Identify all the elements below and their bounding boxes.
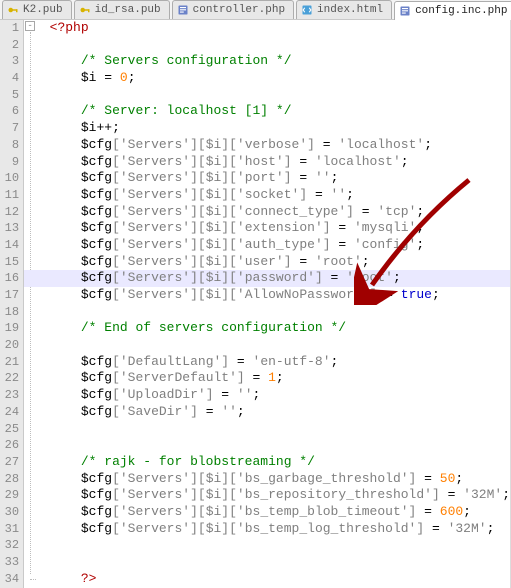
line-number: 4 [4,70,19,87]
line-number: 30 [4,504,19,521]
code-line[interactable]: $cfg['UploadDir'] = ''; [24,387,510,404]
tab-label: K2.pub [23,4,63,16]
tab-controller-php[interactable]: controller.php [172,0,294,19]
line-number: 7 [4,120,19,137]
code-area[interactable]: - <?php /* Servers configuration */ $i =… [24,20,510,588]
line-number: 15 [4,254,19,271]
code-line[interactable]: $cfg['Servers'][$i]['bs_temp_log_thresho… [24,521,510,538]
line-number: 16 [4,270,19,287]
tab-id-rsa-pub[interactable]: id_rsa.pub [74,0,170,19]
line-number: 17 [4,287,19,304]
code-line[interactable] [24,87,510,104]
tab-k2-pub[interactable]: K2.pub [2,0,72,19]
code-line[interactable]: /* rajk - for blobstreaming */ [24,454,510,471]
code-line[interactable]: $cfg['DefaultLang'] = 'en-utf-8'; [24,354,510,371]
code-line[interactable]: $cfg['Servers'][$i]['extension'] = 'mysq… [24,220,510,237]
tab-label: config.inc.php [415,5,507,17]
line-number: 18 [4,304,19,321]
line-number: 5 [4,87,19,104]
line-number: 11 [4,187,19,204]
code-line[interactable]: $cfg['Servers'][$i]['bs_repository_thres… [24,487,510,504]
code-line[interactable] [24,337,510,354]
line-number: 10 [4,170,19,187]
line-number: 34 [4,571,19,588]
code-line[interactable]: <?php [24,20,510,37]
line-number: 23 [4,387,19,404]
line-number: 3 [4,53,19,70]
code-line[interactable]: $cfg['Servers'][$i]['host'] = 'localhost… [24,154,510,171]
code-line[interactable]: $cfg['Servers'][$i]['auth_type'] = 'conf… [24,237,510,254]
line-number: 20 [4,337,19,354]
line-number: 22 [4,370,19,387]
code-line[interactable] [24,37,510,54]
code-line[interactable]: $cfg['Servers'][$i]['socket'] = ''; [24,187,510,204]
line-number: 8 [4,137,19,154]
code-line[interactable] [24,304,510,321]
line-number: 32 [4,537,19,554]
line-number: 6 [4,103,19,120]
code-line[interactable]: /* Servers configuration */ [24,53,510,70]
line-number: 33 [4,554,19,571]
line-number: 1 [4,20,19,37]
code-line[interactable] [24,421,510,438]
line-number: 27 [4,454,19,471]
line-number: 9 [4,154,19,171]
line-number-gutter: 1234567891011121314151617181920212223242… [0,20,24,588]
line-number: 24 [4,404,19,421]
code-line[interactable]: $cfg['SaveDir'] = ''; [24,404,510,421]
code-line[interactable]: /* End of servers configuration */ [24,320,510,337]
line-number: 26 [4,437,19,454]
code-line[interactable]: $i = 0; [24,70,510,87]
code-line[interactable]: /* Server: localhost [1] */ [24,103,510,120]
tab-index-html[interactable]: index.html [296,0,392,19]
code-line[interactable]: $cfg['Servers'][$i]['AllowNoPassword'] =… [24,287,510,304]
code-line[interactable] [24,554,510,571]
tab-label: id_rsa.pub [95,4,161,16]
code-line[interactable]: $cfg['Servers'][$i]['verbose'] = 'localh… [24,137,510,154]
code-line[interactable]: ?> [24,571,510,588]
line-number: 13 [4,220,19,237]
editor: 1234567891011121314151617181920212223242… [0,20,511,588]
tab-label: controller.php [193,4,285,16]
code-line[interactable]: $cfg['Servers'][$i]['bs_garbage_threshol… [24,471,510,488]
tab-label: index.html [317,4,383,16]
code-line[interactable] [24,437,510,454]
line-number: 31 [4,521,19,538]
line-number: 25 [4,421,19,438]
line-number: 14 [4,237,19,254]
code-line[interactable]: $cfg['Servers'][$i]['connect_type'] = 't… [24,204,510,221]
code-text[interactable]: <?php /* Servers configuration */ $i = 0… [24,20,510,588]
code-line[interactable]: $cfg['Servers'][$i]['bs_temp_blob_timeou… [24,504,510,521]
line-number: 19 [4,320,19,337]
code-line[interactable]: $cfg['Servers'][$i]['user'] = 'root'; [24,254,510,271]
code-line[interactable]: $cfg['ServerDefault'] = 1; [24,370,510,387]
line-number: 21 [4,354,19,371]
code-line[interactable]: $cfg['Servers'][$i]['port'] = ''; [24,170,510,187]
tab-config-inc-php[interactable]: config.inc.php [394,1,511,20]
tab-bar: K2.pub id_rsa.pub controller.php index.html… [0,0,511,20]
line-number: 28 [4,471,19,488]
line-number: 2 [4,37,19,54]
code-line[interactable] [24,537,510,554]
code-line[interactable]: $i++; [24,120,510,137]
code-line[interactable]: $cfg['Servers'][$i]['password'] = 'root'… [24,270,510,287]
line-number: 12 [4,204,19,221]
line-number: 29 [4,487,19,504]
